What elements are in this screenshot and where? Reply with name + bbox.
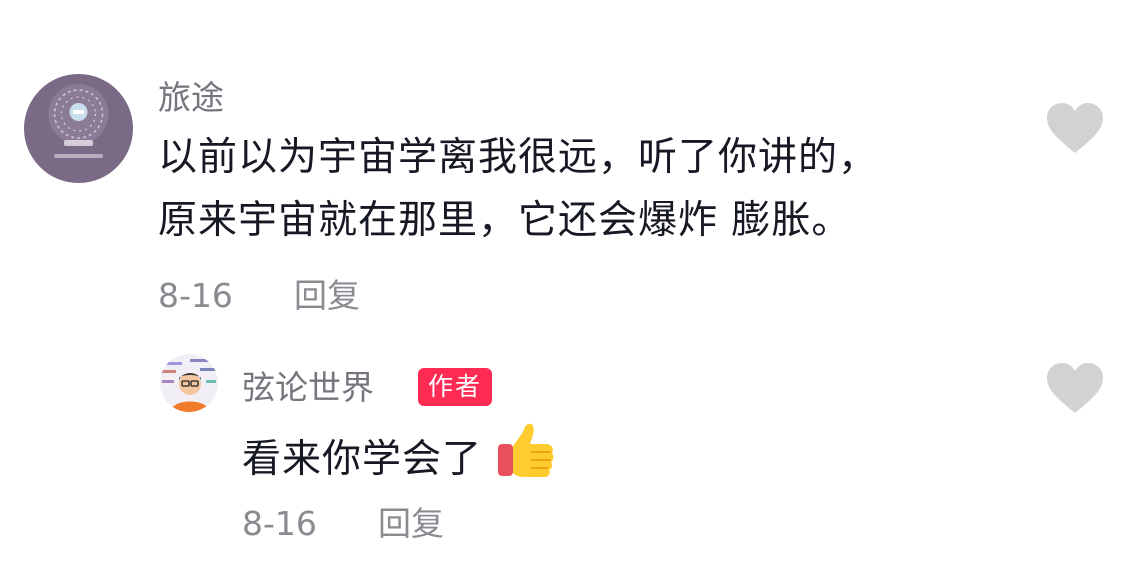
reply-reply-button[interactable]: 回复 xyxy=(378,504,444,544)
author-badge: 作者 xyxy=(418,368,493,406)
avatar[interactable] xyxy=(160,354,218,412)
comment-username[interactable]: 旅途 xyxy=(158,78,224,118)
avatar[interactable] xyxy=(24,74,133,183)
heart-icon xyxy=(1047,103,1103,153)
comment-text-line-1: 以前以为宇宙学离我很远，听了你讲的， xyxy=(158,135,879,180)
heart-icon xyxy=(1047,363,1103,413)
reply-like-button[interactable] xyxy=(1046,363,1104,415)
reply-date: 8-16 xyxy=(242,504,317,543)
comment-like-button[interactable] xyxy=(1046,103,1104,155)
reply-text-content: 看来你学会了 xyxy=(242,437,483,482)
comment-reply-button[interactable]: 回复 xyxy=(294,276,360,316)
reply-item: 弦论世界 作者 看来你学会了 8-16 回复 xyxy=(0,330,1131,575)
cartoon-physicist-avatar-icon xyxy=(160,354,218,412)
purple-qr-avatar-icon xyxy=(24,74,133,183)
comment-text-line-2: 原来宇宙就在那里，它还会爆炸 膨胀。 xyxy=(158,198,852,243)
comment-item: 旅途 以前以为宇宙学离我很远，听了你讲的， 原来宇宙就在那里，它还会爆炸 膨胀。… xyxy=(0,0,1131,330)
comment-date: 8-16 xyxy=(158,276,233,315)
thumbs-up-icon xyxy=(496,422,556,493)
reply-username[interactable]: 弦论世界 xyxy=(242,368,374,408)
reply-text: 看来你学会了 xyxy=(242,423,556,497)
